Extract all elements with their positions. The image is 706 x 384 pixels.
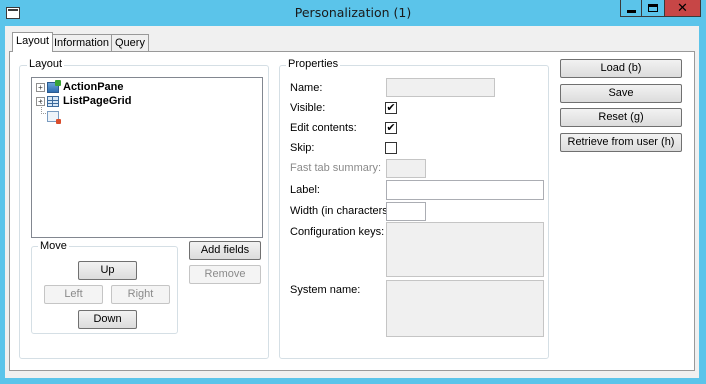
minimize-button[interactable] xyxy=(620,0,642,17)
edit-contents-label: Edit contents: xyxy=(290,122,357,134)
remove-button[interactable]: Remove xyxy=(189,265,261,284)
maximize-icon xyxy=(648,4,658,12)
system-name-label: System name: xyxy=(290,284,361,296)
visible-checkbox[interactable]: ✔ xyxy=(385,102,397,114)
properties-group-title: Properties xyxy=(286,58,341,70)
blank-node-icon xyxy=(47,110,61,124)
load-button[interactable]: Load (b) xyxy=(560,59,682,78)
fast-tab-summary-label: Fast tab summary: xyxy=(290,162,382,174)
expand-icon[interactable]: + xyxy=(36,82,45,92)
tree-item-listpagegrid[interactable]: + ListPageGrid xyxy=(36,94,131,108)
reset-button[interactable]: Reset (g) xyxy=(560,108,682,127)
add-fields-button[interactable]: Add fields xyxy=(189,241,261,260)
name-field[interactable] xyxy=(386,78,495,97)
layout-group-title: Layout xyxy=(27,58,65,70)
label-label: Label: xyxy=(290,184,320,196)
move-right-button[interactable]: Right xyxy=(111,285,170,304)
check-icon: ✔ xyxy=(386,101,396,114)
configuration-keys-label: Configuration keys: xyxy=(290,226,385,238)
tree-item-label: ListPageGrid xyxy=(63,95,132,107)
visible-label: Visible: xyxy=(290,102,326,114)
retrieve-from-user-button[interactable]: Retrieve from user (h) xyxy=(560,133,682,152)
tree-item-blank[interactable] xyxy=(47,109,63,124)
fast-tab-summary-field[interactable] xyxy=(386,159,426,178)
grid-icon xyxy=(47,95,59,107)
check-icon: ✔ xyxy=(386,121,396,134)
tree-item-actionpane[interactable]: + ActionPane xyxy=(36,79,124,94)
system-name-field[interactable] xyxy=(386,280,544,337)
move-down-button[interactable]: Down xyxy=(78,310,137,329)
skip-checkbox[interactable] xyxy=(385,142,397,154)
save-button[interactable]: Save xyxy=(560,84,682,103)
move-up-button[interactable]: Up xyxy=(78,261,137,280)
skip-label: Skip: xyxy=(290,142,315,154)
close-button[interactable]: ✕ xyxy=(664,0,701,17)
width-label: Width (in characters): xyxy=(290,205,395,217)
window-title: Personalization (1) xyxy=(294,5,412,20)
tab-information[interactable]: Information xyxy=(50,34,114,51)
action-pane-icon xyxy=(47,79,61,93)
tree-item-label: ActionPane xyxy=(63,81,124,93)
minimize-icon xyxy=(626,10,636,13)
configuration-keys-field[interactable] xyxy=(386,222,544,277)
tab-query[interactable]: Query xyxy=(111,34,149,51)
name-label: Name: xyxy=(290,82,323,94)
maximize-button[interactable] xyxy=(641,0,665,17)
move-left-button[interactable]: Left xyxy=(44,285,103,304)
width-field[interactable] xyxy=(386,202,426,221)
move-group-title: Move xyxy=(38,240,69,252)
label-field[interactable] xyxy=(386,180,544,200)
close-icon: ✕ xyxy=(677,0,688,16)
tab-layout[interactable]: Layout xyxy=(12,32,54,52)
edit-contents-checkbox[interactable]: ✔ xyxy=(385,122,397,134)
